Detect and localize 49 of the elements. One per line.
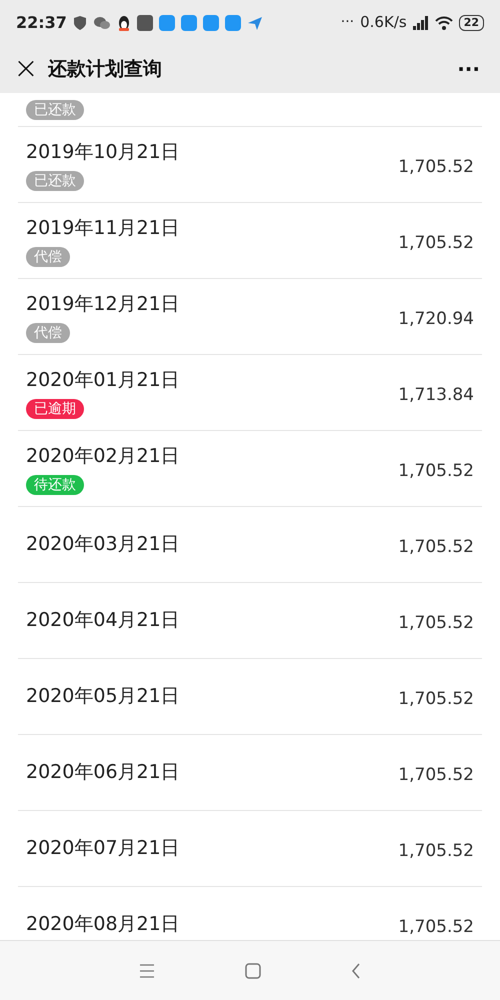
more-notifications: ···	[340, 13, 354, 32]
payment-amount: 1,705.52	[398, 612, 474, 635]
status-tag: 代偿	[26, 246, 70, 267]
due-date: 2020年02月21日	[26, 444, 180, 470]
payment-amount: 1,705.52	[398, 840, 474, 863]
payment-amount: 1,705.52	[398, 156, 474, 179]
status-tag: 已还款	[26, 100, 84, 120]
due-date: 2020年03月21日	[26, 532, 180, 558]
page-title: 还款计划查询	[48, 56, 162, 82]
due-date: 2020年01月21日	[26, 368, 180, 394]
payment-amount: 1,720.94	[398, 308, 474, 331]
payment-amount: 1,705.52	[398, 688, 474, 711]
app-icon	[224, 14, 241, 30]
battery-indicator: 22	[458, 14, 484, 30]
payment-amount: 1,713.84	[398, 384, 474, 407]
payment-amount: 1,705.52	[398, 536, 474, 559]
due-date: 2019年10月21日	[26, 140, 180, 166]
paper-plane-icon	[246, 14, 263, 30]
penguin-icon	[116, 14, 131, 30]
payment-amount: 1,705.52	[398, 232, 474, 255]
home-icon[interactable]	[245, 962, 261, 978]
app-icon	[202, 14, 219, 30]
app-icon	[180, 14, 197, 30]
app-icon	[136, 14, 153, 30]
due-date: 2020年05月21日	[26, 684, 180, 710]
payment-amount: 1,705.52	[398, 916, 474, 939]
back-icon[interactable]	[351, 962, 361, 978]
payment-amount: 1,705.52	[398, 764, 474, 787]
wifi-icon	[434, 16, 453, 30]
status-tag: 已逾期	[26, 398, 84, 419]
signal-icon	[412, 16, 429, 30]
chat-icon	[92, 16, 111, 30]
payment-amount: 1,705.52	[398, 460, 474, 483]
network-speed: 0.6K/s	[360, 12, 407, 34]
due-date: 2020年04月21日	[26, 608, 180, 634]
shield-icon	[72, 14, 87, 30]
due-date: 2020年08月21日	[26, 912, 180, 938]
due-date: 2019年11月21日	[26, 216, 180, 242]
app-icon	[158, 14, 175, 30]
close-button[interactable]: ×	[12, 54, 40, 84]
status-time: 22:37	[16, 12, 67, 34]
status-tag: 代偿	[26, 322, 70, 343]
due-date: 2020年06月21日	[26, 760, 180, 786]
menu-icon[interactable]	[139, 964, 155, 978]
due-date: 2020年07月21日	[26, 836, 180, 862]
status-tag: 已还款	[26, 170, 84, 191]
status-tag: 待还款	[26, 474, 84, 495]
more-button[interactable]: ···	[457, 54, 488, 84]
due-date: 2019年12月21日	[26, 292, 180, 318]
